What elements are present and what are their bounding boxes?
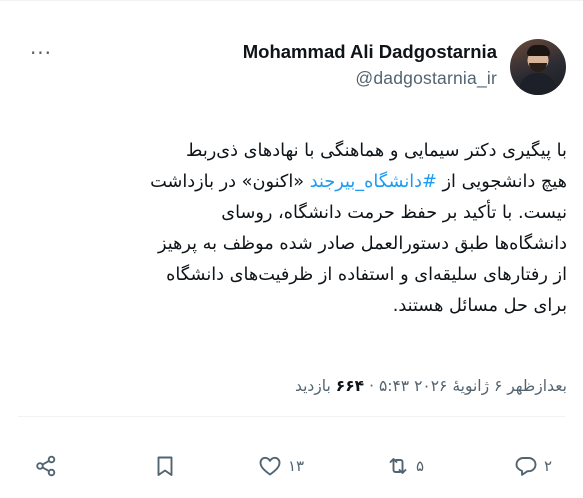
tweet-line-part: «اکنون» در بازداشت (150, 172, 310, 192)
meta-separator: · (364, 377, 379, 395)
views-count: ۶۶۴ (335, 377, 365, 395)
more-dots-icon[interactable]: ··· (26, 38, 56, 68)
heart-icon (259, 456, 281, 476)
bookmark-button[interactable] (153, 446, 177, 486)
avatar[interactable] (510, 39, 566, 95)
tweet-meta: بعدازظهر ۶ ژانویهٔ ۲۰۲۶ ۵:۴۳ · ۶۶۴ بازدی… (18, 377, 567, 395)
retweet-count: ۵ (416, 457, 425, 475)
tweet-line-with-hashtag: هیچ دانشجویی از #دانشگاه_بیرجند «اکنون» … (18, 167, 567, 198)
retweet-icon (389, 458, 407, 474)
tweet-line: نیست. با تأکید بر حفظ حرمت دانشگاه، روسا… (221, 203, 567, 223)
views-label: بازدید (294, 377, 336, 395)
tweet-line: با پیگیری دکتر سیمایی و هماهنگی با نهاده… (186, 141, 567, 161)
author-name[interactable]: Mohammad Ali Dadgostarnia (243, 41, 497, 63)
author-handle[interactable]: @dadgostarnia_ir (355, 68, 497, 89)
avatar-hair (527, 45, 550, 56)
hashtag-link[interactable]: #دانشگاه_بیرجند (310, 172, 437, 192)
reply-bubble-icon (515, 457, 537, 476)
tweet-line: برای حل مسائل هستند. (392, 296, 567, 316)
tweet-line: دانشگاه‌ها طبق دستورالعمل صادر شده موظف … (157, 234, 567, 254)
reply-count: ۲ (544, 457, 553, 475)
share-icon (36, 455, 56, 477)
tweet-text: با پیگیری دکتر سیمایی و هماهنگی با نهاده… (18, 136, 567, 322)
tweet-timestamp[interactable]: بعدازظهر ۶ ژانویهٔ ۲۰۲۶ ۵:۴۳ (379, 377, 567, 395)
bookmark-icon (157, 456, 173, 476)
action-bar: ۱۳ ۵ ۲ (18, 446, 565, 486)
top-border (0, 0, 583, 1)
avatar-body (519, 73, 557, 95)
avatar-beard (529, 63, 547, 72)
reply-button[interactable]: ۲ (514, 446, 552, 486)
like-count: ۱۳ (288, 457, 305, 475)
share-button[interactable] (34, 446, 58, 486)
retweet-button[interactable]: ۵ (386, 446, 424, 486)
tweet-line-part: هیچ دانشجویی از (436, 172, 567, 192)
divider (18, 416, 565, 417)
like-button[interactable]: ۱۳ (258, 446, 304, 486)
tweet-line: از رفتارهای سلیقه‌ای و استفاده از ظرفیت‌… (166, 265, 567, 285)
